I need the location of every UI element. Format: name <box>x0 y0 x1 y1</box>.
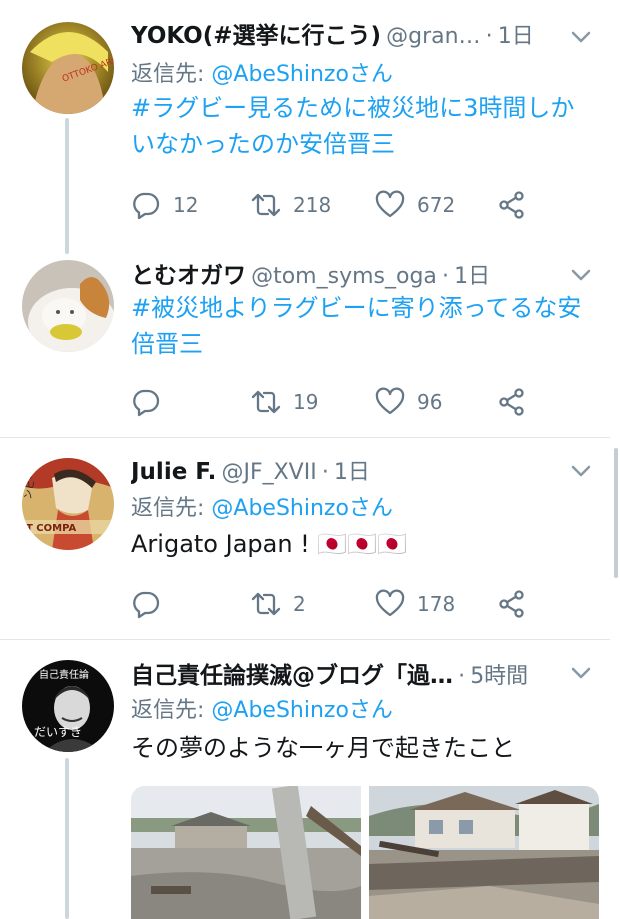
like-count: 178 <box>417 592 456 616</box>
reply-prefix: 返信先: <box>131 496 212 521</box>
chevron-down-icon[interactable] <box>566 458 596 484</box>
separator-dot: · <box>458 664 466 689</box>
avatar[interactable] <box>22 260 114 352</box>
avatar[interactable]: OTTOKO ARAM <box>22 22 114 114</box>
heart-icon <box>375 190 405 218</box>
retweet-count: 2 <box>293 592 306 616</box>
tweet-header: とむオガワ @tom_syms_oga · 1日 <box>131 256 572 292</box>
reply-context: 返信先: @AbeShinzoさん <box>131 692 393 724</box>
avatar-text: T COMPA <box>26 523 77 534</box>
like-button[interactable]: 178 <box>375 587 455 621</box>
share-icon <box>499 388 524 416</box>
avatar-text: 自己責任論 <box>39 668 89 681</box>
share-button[interactable] <box>497 188 539 222</box>
tweet-text[interactable]: #ラグビー見るために被災地に3時間しかいなかったのか安倍晋三 <box>131 90 586 162</box>
display-name[interactable]: YOKO(#選挙に行こう) <box>131 23 381 49</box>
avatar[interactable]: 自己責任論 だいすき <box>22 660 114 752</box>
retweet-button[interactable]: 2 <box>251 587 306 621</box>
reply-prefix: 返信先: <box>131 62 212 87</box>
tweet[interactable]: とむオガワ @tom_syms_oga · 1日 #被災地よりラグビーに寄り添っ… <box>0 240 610 436</box>
avatar-image: OTTOKO ARAM <box>22 22 114 114</box>
like-button[interactable]: 96 <box>375 385 442 419</box>
chevron-down-icon[interactable] <box>566 660 596 686</box>
tweet-actions: 19 96 <box>131 385 531 419</box>
reply-button[interactable] <box>131 587 173 621</box>
display-name[interactable]: 自己責任論撲滅@ブログ「過… <box>131 663 453 689</box>
timestamp[interactable]: 1日 <box>334 460 370 485</box>
tweet-header: 自己責任論撲滅@ブログ「過… · 5時間 <box>131 656 572 692</box>
tweet-text[interactable]: Arigato Japan ! 🇯🇵🇯🇵🇯🇵 <box>131 526 586 562</box>
reply-prefix: 返信先: <box>131 698 212 723</box>
separator-dot: · <box>321 460 329 485</box>
tweet-actions: 12 218 672 <box>131 188 531 222</box>
tweet-header: YOKO(#選挙に行こう) @gran… · 1日 <box>131 16 572 52</box>
reply-button[interactable]: 12 <box>131 188 198 222</box>
heart-icon <box>375 387 405 415</box>
avatar[interactable]: ンビール T COMPA <box>22 458 114 550</box>
tweet-text[interactable]: その夢のような一ヶ月で起きたこと <box>131 730 586 766</box>
mention-link[interactable]: @AbeShinzoさん <box>211 496 393 521</box>
reply-bubble-icon <box>133 591 160 619</box>
tweet[interactable]: ンビール T COMPA Julie F. @JF_XVII · 1日 返信先:… <box>0 438 610 638</box>
scrollbar[interactable] <box>612 0 620 919</box>
chevron-down-icon[interactable] <box>566 262 596 288</box>
avatar-image: ンビール T COMPA <box>22 458 114 550</box>
chevron-down-icon[interactable] <box>566 24 596 50</box>
mention-link[interactable]: @AbeShinzoさん <box>211 698 393 723</box>
media-photo[interactable] <box>131 786 361 919</box>
timestamp[interactable]: 5時間 <box>470 664 528 689</box>
media-grid <box>131 786 599 919</box>
scrollbar-thumb[interactable] <box>614 448 618 578</box>
timestamp[interactable]: 1日 <box>498 24 534 49</box>
avatar-image <box>22 260 114 352</box>
reply-button[interactable] <box>131 385 173 419</box>
share-icon <box>499 590 524 618</box>
retweet-button[interactable]: 19 <box>251 385 318 419</box>
retweet-button[interactable]: 218 <box>251 188 331 222</box>
retweet-icon <box>251 390 281 414</box>
like-count: 672 <box>417 193 456 217</box>
tweet-text[interactable]: #被災地よりラグビーに寄り添ってるな安倍晋三 <box>131 290 586 362</box>
like-count: 96 <box>417 390 443 414</box>
like-button[interactable]: 672 <box>375 188 455 222</box>
share-icon <box>499 191 524 219</box>
user-handle[interactable]: @tom_syms_oga <box>251 264 437 289</box>
separator-dot: · <box>485 24 493 49</box>
share-button[interactable] <box>497 587 539 621</box>
retweet-icon <box>251 193 281 217</box>
reply-context: 返信先: @AbeShinzoさん <box>131 490 393 522</box>
retweet-count: 19 <box>293 390 319 414</box>
user-handle[interactable]: @gran… <box>386 24 480 49</box>
user-handle[interactable]: @JF_XVII <box>221 460 316 485</box>
tweet-actions: 2 178 <box>131 587 531 621</box>
tweet[interactable]: OTTOKO ARAM YOKO(#選挙に行こう) @gran… · 1日 返信… <box>0 0 610 240</box>
avatar-text: だいすき <box>34 725 82 739</box>
tweet-header: Julie F. @JF_XVII · 1日 <box>131 454 572 490</box>
media-photo[interactable] <box>369 786 599 919</box>
timestamp[interactable]: 1日 <box>454 264 490 289</box>
reply-context: 返信先: @AbeShinzoさん <box>131 56 393 88</box>
mention-link[interactable]: @AbeShinzoさん <box>211 62 393 87</box>
avatar-image: 自己責任論 だいすき <box>22 660 114 752</box>
display-name[interactable]: とむオガワ <box>131 263 246 289</box>
retweet-count: 218 <box>293 193 332 217</box>
retweet-icon <box>251 592 281 616</box>
reply-bubble-icon <box>133 192 160 220</box>
heart-icon <box>375 589 405 617</box>
display-name[interactable]: Julie F. <box>131 459 216 485</box>
share-button[interactable] <box>497 385 539 419</box>
reply-count: 12 <box>173 193 199 217</box>
reply-bubble-icon <box>133 389 160 417</box>
separator-dot: · <box>441 264 449 289</box>
